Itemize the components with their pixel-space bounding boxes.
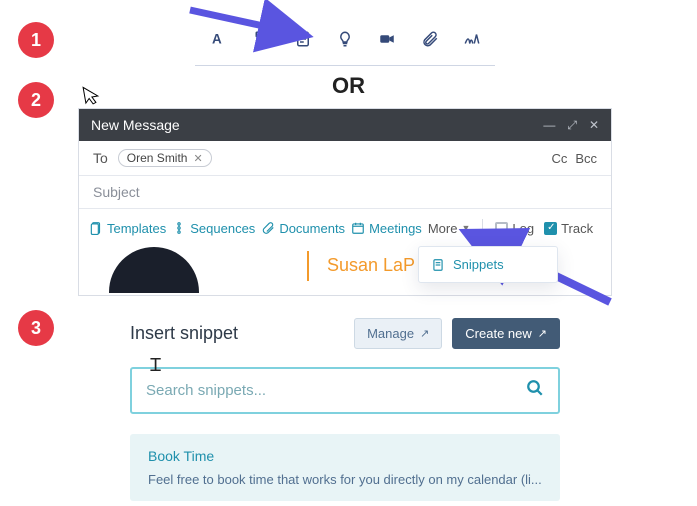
insert-snippet-panel: Insert snippet Manage ↗ Create new ↗ Ꮖ B… <box>130 318 560 501</box>
external-link-icon: ↗ <box>538 327 547 340</box>
signature-name: Susan LaP <box>327 255 415 276</box>
snippet-preview: Feel free to book time that works for yo… <box>148 472 542 487</box>
snippet-result[interactable]: Book Time Feel free to book time that wo… <box>130 434 560 501</box>
snippets-menu-item[interactable]: Snippets <box>431 257 545 272</box>
documents-button[interactable]: Documents <box>261 221 345 236</box>
search-input[interactable] <box>146 382 526 399</box>
close-icon[interactable]: ✕ <box>589 118 599 133</box>
sequences-label: Sequences <box>190 221 255 236</box>
avatar <box>109 247 199 293</box>
external-link-icon: ↗ <box>420 327 429 340</box>
recipient-name: Oren Smith <box>127 151 188 165</box>
step-badge-3: 3 <box>18 310 54 346</box>
search-snippets-field[interactable]: Ꮖ <box>130 367 560 414</box>
sequences-button[interactable]: Sequences <box>172 221 255 236</box>
manage-button[interactable]: Manage ↗ <box>354 318 442 349</box>
snippets-menu-label: Snippets <box>453 257 504 272</box>
compose-title: New Message <box>91 117 180 133</box>
documents-label: Documents <box>279 221 345 236</box>
or-separator: OR <box>0 73 697 99</box>
signature-icon[interactable] <box>463 30 481 53</box>
subject-row[interactable]: Subject <box>79 176 611 209</box>
create-new-label: Create new <box>465 326 531 341</box>
create-new-button[interactable]: Create new ↗ <box>452 318 560 349</box>
annotation-arrow-1 <box>180 2 340 52</box>
insert-snippet-title: Insert snippet <box>130 323 238 344</box>
more-dropdown: Snippets <box>418 246 558 283</box>
text-cursor-icon: Ꮖ <box>150 355 162 376</box>
bcc-button[interactable]: Bcc <box>575 151 597 166</box>
more-label: More <box>428 221 458 236</box>
minimize-icon[interactable]: — <box>543 118 555 133</box>
snippets-icon <box>431 258 445 272</box>
compose-header: New Message — ⤢ ✕ <box>79 109 611 141</box>
meetings-button[interactable]: Meetings <box>351 221 422 236</box>
templates-button[interactable]: Templates <box>89 221 166 236</box>
snippet-title: Book Time <box>148 448 542 464</box>
expand-icon[interactable]: ⤢ <box>567 118 577 133</box>
templates-label: Templates <box>107 221 166 236</box>
meetings-label: Meetings <box>369 221 422 236</box>
step-badge-1: 1 <box>18 22 54 58</box>
to-label: To <box>93 150 108 166</box>
recipient-chip[interactable]: Oren Smith ✕ <box>118 149 212 167</box>
to-row: To Oren Smith ✕ Cc Bcc <box>79 141 611 176</box>
search-icon[interactable] <box>526 379 544 402</box>
manage-label: Manage <box>367 326 414 341</box>
attachment-icon[interactable] <box>421 30 439 53</box>
signature-divider <box>307 251 309 281</box>
remove-recipient-icon[interactable]: ✕ <box>193 152 202 165</box>
video-icon[interactable] <box>378 30 396 53</box>
cc-button[interactable]: Cc <box>551 151 567 166</box>
